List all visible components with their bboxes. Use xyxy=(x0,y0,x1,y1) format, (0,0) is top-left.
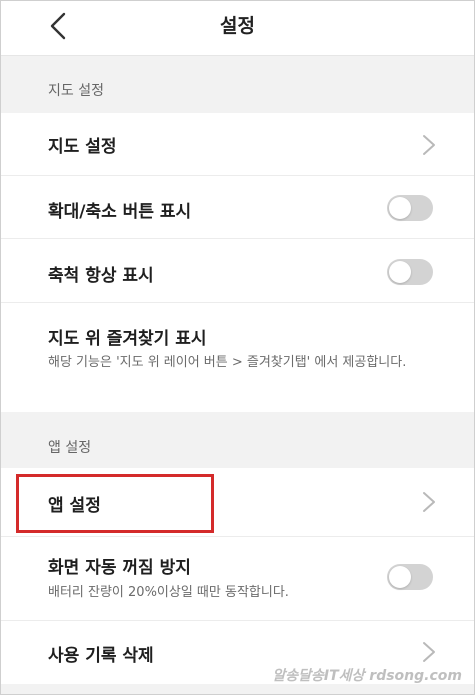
settings-row-map-favorites: 지도 위 즐겨찾기 표시 해당 기능은 '지도 위 레이어 버튼 > 즐겨찾기탭… xyxy=(1,303,474,412)
row-description: 배터리 잔량이 20%이상일 때만 동작합니다. xyxy=(48,585,289,600)
row-label: 앱 설정 xyxy=(48,496,101,516)
chevron-right-icon xyxy=(423,642,435,662)
page-title: 설정 xyxy=(220,15,255,37)
row-label: 지도 위 즐겨찾기 표시 xyxy=(48,329,207,349)
row-description: 해당 기능은 '지도 위 레이어 버튼 > 즐겨찾기탭' 에서 제공합니다. xyxy=(48,355,407,370)
chevron-right-icon xyxy=(423,492,435,512)
settings-row-app-settings[interactable]: 앱 설정 xyxy=(1,468,474,537)
toggle-knob xyxy=(389,566,411,588)
scale-always-toggle[interactable] xyxy=(387,259,433,285)
section-header-app: 앱 설정 xyxy=(1,412,474,468)
app-header: 설정 xyxy=(1,1,474,56)
row-label: 화면 자동 꺼짐 방지 xyxy=(48,558,191,578)
settings-row-map-settings[interactable]: 지도 설정 xyxy=(1,113,474,176)
row-label: 축척 항상 표시 xyxy=(48,266,154,286)
chevron-right-icon xyxy=(423,135,435,155)
toggle-knob xyxy=(389,261,411,283)
section-header-map: 지도 설정 xyxy=(1,56,474,113)
row-label: 지도 설정 xyxy=(48,137,117,157)
settings-row-screen-keep-on: 화면 자동 꺼짐 방지 배터리 잔량이 20%이상일 때만 동작합니다. xyxy=(1,537,474,621)
screen-keep-on-toggle[interactable] xyxy=(387,564,433,590)
bottom-section-strip xyxy=(1,684,474,694)
zoom-buttons-toggle[interactable] xyxy=(387,195,433,221)
settings-row-scale-always: 축척 항상 표시 xyxy=(1,239,474,303)
row-label: 사용 기록 삭제 xyxy=(48,646,154,666)
row-label: 확대/축소 버튼 표시 xyxy=(48,202,192,222)
watermark: 알송달송IT세상 rdsong.com xyxy=(272,668,462,684)
toggle-knob xyxy=(389,197,411,219)
settings-row-zoom-buttons: 확대/축소 버튼 표시 xyxy=(1,176,474,239)
